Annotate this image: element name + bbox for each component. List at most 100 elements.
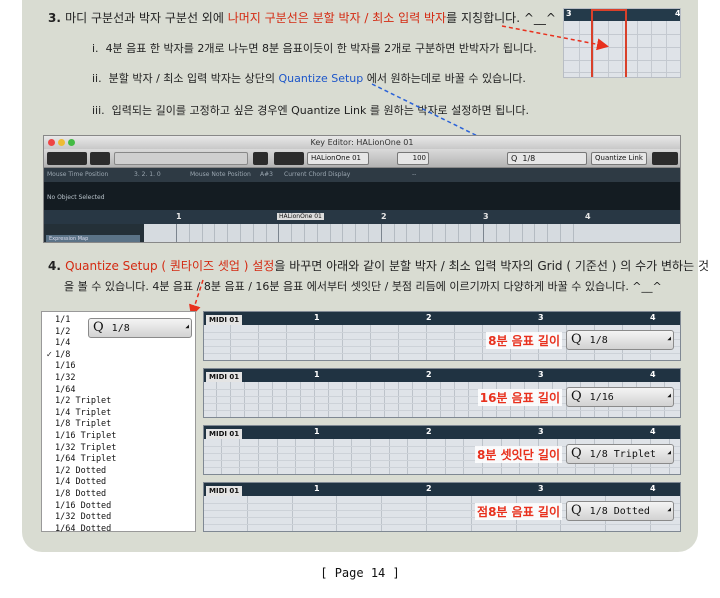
zoom-icon[interactable] [68, 139, 75, 146]
strip-bar-number: 1 [314, 370, 320, 379]
sub-i-number: i. [92, 42, 99, 55]
sub-i: i. 4분 음표 한 박자를 2개로 나누면 8분 음표이듯이 한 박자를 2개… [92, 42, 537, 56]
quantize-q-icon: Q [571, 446, 582, 461]
quantize-option[interactable]: 1/32 [55, 373, 75, 383]
strip-bar-number: 1 [314, 313, 320, 322]
info-value-time: 3. 2. 1. 0 [134, 171, 161, 178]
strip-quantize-value: 1/8 [589, 335, 608, 346]
quantize-dropdown-list[interactable]: Q 1/8 ◢ 1/1 1/2 1/4 1/8 ✓ 1/16 1/32 1/64 1/2 Tripl… [41, 311, 196, 534]
midi-grid-strip[interactable]: MIDI 01 1 2 3 4 16분 음표 길이 Q 1/16 ◢ [203, 368, 681, 418]
quantize-value: 1/8 [522, 154, 536, 163]
minimize-icon[interactable] [58, 139, 65, 146]
item3-pre: 마디 구분선과 박자 구분선 외에 [65, 11, 228, 25]
quantize-link-select[interactable]: Quantize Link [591, 152, 647, 165]
strip-ruler [204, 369, 680, 382]
grid-preview-bar-3: 3 [566, 9, 572, 18]
item4-highlight: Quantize Setup ( 퀀타이즈 셋업 ) 설정 [65, 259, 275, 273]
strip-bar-number: 2 [426, 313, 432, 322]
toolbar-toggle[interactable] [90, 152, 110, 165]
strip-bar-number: 3 [538, 484, 544, 493]
sub-ii-number: ii. [92, 72, 102, 85]
note-lane[interactable] [144, 224, 680, 242]
quantize-option[interactable]: 1/8 Dotted [55, 489, 106, 499]
quantize-option[interactable]: 1/4 Triplet [55, 408, 111, 418]
quantize-option[interactable]: 1/64 Dotted [55, 524, 111, 534]
strip-bar-number: 3 [538, 427, 544, 436]
strip-ruler [204, 483, 680, 496]
quantize-symbol: Q [511, 154, 518, 163]
toolbar-buttons-left[interactable] [47, 152, 87, 165]
quantize-option[interactable]: 1/1 [55, 315, 70, 325]
track-select[interactable]: HALionOne 01 [307, 152, 369, 165]
quantize-option[interactable]: 1/2 Dotted [55, 466, 106, 476]
info-bar: Mouse Time Position 3. 2. 1. 0 Mouse Not… [44, 168, 680, 182]
dropdown-arrow-icon: ◢ [667, 449, 671, 456]
info-label-chord: Current Chord Display [284, 171, 351, 178]
colors-icon[interactable] [274, 152, 304, 165]
quantize-option[interactable]: 1/64 [55, 385, 75, 395]
strip-label: 점8분 음표 길이 [475, 503, 562, 520]
quantize-option[interactable]: 1/2 [55, 327, 70, 337]
quantize-select-box[interactable]: Q 1/8 ◢ [88, 318, 192, 338]
key-editor-toolbar: HALionOne 01 100 Q 1/8 Quantize Link [44, 149, 680, 168]
snap-icon[interactable] [253, 152, 268, 165]
sub-i-text: 4분 음표 한 박자를 2개로 나누면 8분 음표이듯이 한 박자를 2개로 구… [105, 42, 537, 55]
strip-bar-number: 4 [650, 313, 656, 322]
value-field[interactable]: 100 [397, 152, 429, 165]
item3-text: 3. 마디 구분선과 박자 구분선 외에 나머지 구분선은 분할 박자 / 최소… [48, 11, 556, 25]
sub-iii-text: 입력되는 길이를 고정하고 싶은 경우엔 Quantize Link 를 원하는… [111, 104, 530, 117]
info-value-chord: -- [412, 171, 417, 178]
quantize-option[interactable]: 1/16 Triplet [55, 431, 116, 441]
info-label-note: Mouse Note Position [190, 171, 251, 178]
strip-label: 8분 셋잇단 길이 [475, 446, 562, 463]
sub-ii-pre: 분할 박자 / 최소 입력 박자는 상단의 [108, 72, 279, 85]
strip-quantize-box[interactable]: Q 1/16 ◢ [566, 387, 674, 407]
quantize-option[interactable]: 1/32 Triplet [55, 443, 116, 453]
strip-track-name: MIDI 01 [206, 429, 243, 439]
quantize-option[interactable]: 1/8 Triplet [55, 419, 111, 429]
strip-bar-number: 2 [426, 427, 432, 436]
quantize-option[interactable]: 1/64 Triplet [55, 454, 116, 464]
quantize-option[interactable]: 1/32 Dotted [55, 512, 111, 522]
item4-text: 4. Quantize Setup ( 퀀타이즈 셋업 ) 설정을 바꾸면 아래… [48, 259, 709, 273]
key-editor-ruler[interactable]: 1 2 3 4 HALionOne 01 [44, 210, 680, 224]
ruler-bar-2: 2 [381, 212, 387, 221]
close-icon[interactable] [48, 139, 55, 146]
strip-track-name: MIDI 01 [206, 486, 243, 496]
info-label-time: Mouse Time Position [47, 171, 109, 178]
midi-grid-strip[interactable]: MIDI 01 1 2 3 4 점8분 음표 길이 Q 1/8 Dotted ◢ [203, 482, 681, 532]
strip-quantize-box[interactable]: Q 1/8 ◢ [566, 330, 674, 350]
expression-map-label[interactable]: Expression Map [46, 235, 140, 242]
strip-quantize-value: 1/16 [589, 392, 614, 403]
quantize-select[interactable]: Q 1/8 [507, 152, 587, 165]
strip-bar-number: 2 [426, 370, 432, 379]
part-name: HALionOne 01 [277, 213, 324, 220]
strip-track-name: MIDI 01 [206, 315, 243, 325]
item3-highlight: 나머지 구분선은 분할 박자 / 최소 입력 박자 [227, 11, 447, 25]
grid-preview: 3 4 [563, 8, 681, 78]
quantize-option[interactable]: 1/8 [55, 350, 70, 360]
quantize-option[interactable]: 1/16 Dotted [55, 501, 111, 511]
strip-quantize-box[interactable]: Q 1/8 Dotted ◢ [566, 501, 674, 521]
item3-number: 3. [48, 11, 61, 25]
strip-bar-number: 1 [314, 484, 320, 493]
sub-iii: iii. 입력되는 길이를 고정하고 싶은 경우엔 Quantize Link … [92, 104, 529, 118]
tool-icons[interactable] [114, 152, 248, 165]
key-editor-title: Key Editor: HALionOne 01 [44, 136, 680, 149]
highlight-box [591, 9, 627, 77]
quantize-box-value: 1/8 [111, 323, 130, 334]
quantize-option[interactable]: 1/4 [55, 338, 70, 348]
strip-quantize-value: 1/8 Triplet [589, 449, 656, 460]
quantize-option[interactable]: 1/2 Triplet [55, 396, 111, 406]
status-text: No Object Selected [47, 194, 105, 201]
midi-grid-strip[interactable]: MIDI 01 1 2 3 4 8분 셋잇단 길이 Q 1/8 Triplet ◢ [203, 425, 681, 475]
toolbar-buttons-right[interactable] [652, 152, 678, 165]
midi-grid-strip[interactable]: MIDI 01 1 2 3 4 8분 음표 길이 Q 1/8 ◢ [203, 311, 681, 361]
quantize-option[interactable]: 1/16 [55, 361, 75, 371]
strip-quantize-box[interactable]: Q 1/8 Triplet ◢ [566, 444, 674, 464]
quantize-q-icon: Q [571, 332, 582, 347]
dropdown-arrow-icon: ◢ [667, 392, 671, 399]
status-line: No Object Selected [44, 182, 680, 210]
item4-line2: 을 볼 수 있습니다. 4분 음표 / 8분 음표 / 16분 음표 에서부터 … [64, 280, 662, 293]
quantize-option[interactable]: 1/4 Dotted [55, 477, 106, 487]
